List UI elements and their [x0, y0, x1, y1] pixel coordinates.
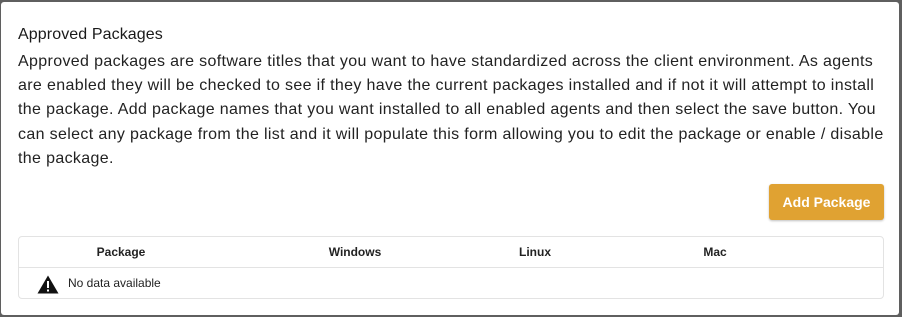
- column-header-package[interactable]: Package: [31, 237, 211, 267]
- section-title: Approved Packages: [18, 26, 163, 43]
- column-header-linux[interactable]: Linux: [445, 237, 625, 267]
- warning-icon: [37, 275, 59, 294]
- table-empty-row: No data available: [19, 268, 883, 299]
- column-header-windows[interactable]: Windows: [265, 237, 445, 267]
- empty-state-text: No data available: [68, 276, 161, 290]
- section-description: Approved packages are software titles th…: [18, 53, 884, 167]
- table-header: Package Windows Linux Mac: [19, 237, 883, 268]
- approved-packages-card: Approved Packages Approved packages are …: [1, 2, 899, 315]
- column-header-mac[interactable]: Mac: [625, 237, 805, 267]
- packages-table: Package Windows Linux Mac No data availa…: [18, 236, 884, 299]
- add-package-button[interactable]: Add Package: [769, 184, 884, 220]
